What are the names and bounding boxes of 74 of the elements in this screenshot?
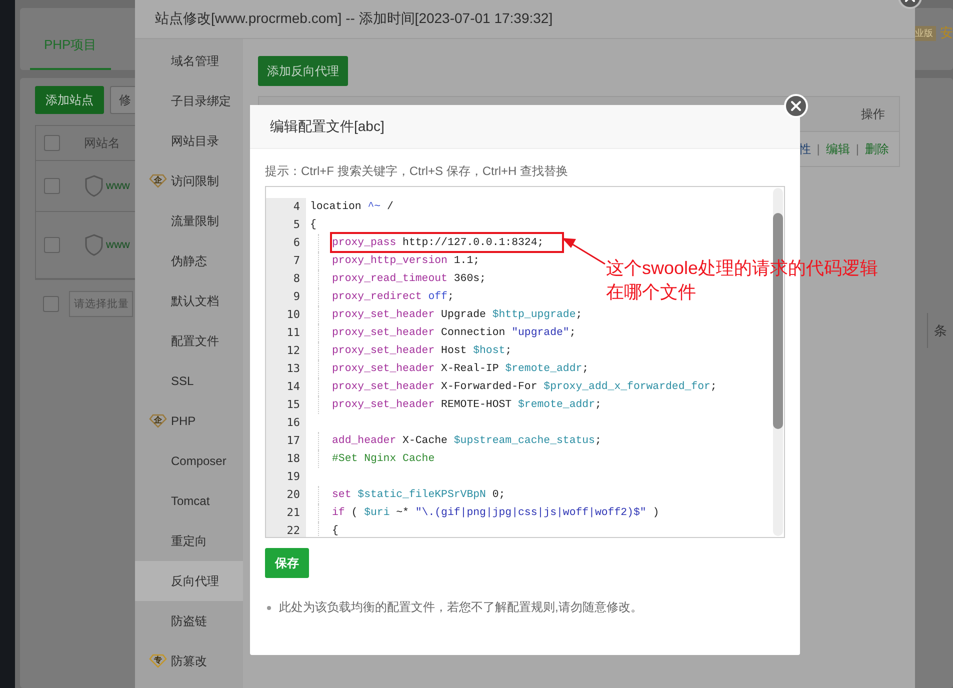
separator-text: | [816,142,820,156]
line-number: 6 [266,234,306,252]
code-line: proxy_http_version 1.1; [318,252,480,270]
line-number: 13 [266,360,306,378]
sidebar-item[interactable]: 企 PHP [135,401,243,441]
code-line: proxy_set_header Host $host; [318,342,512,360]
line-number: 5 [266,216,306,234]
sidebar-item[interactable]: SSL [135,361,243,401]
column-header: 操作 [861,106,885,122]
sidebar-item[interactable]: 重定向 [135,521,243,561]
sidebar-item[interactable]: 流量限制 [135,201,243,241]
line-number: 17 [266,432,306,450]
diamond-badge-icon: 企 [149,414,167,428]
sidebar-item[interactable]: 专 防篡改 [135,641,243,681]
add-proxy-button[interactable]: 添加反向代理 [258,56,348,86]
sidebar-item[interactable]: 反向代理 [135,561,243,601]
sidebar-item[interactable]: 默认文档 [135,281,243,321]
code-line: set $static_fileKPSrVBpN 0; [318,486,506,504]
code-line: proxy_set_header Connection "upgrade"; [318,324,576,342]
edition-label: 安 [940,24,953,42]
line-number: 14 [266,378,306,396]
hint-text: 提示：Ctrl+F 搜索关键字，Ctrl+S 保存，Ctrl+H 查找替换 [265,163,570,179]
sidebar-item[interactable]: 配置文件 [135,321,243,361]
line-number: 16 [266,414,306,432]
diamond-badge-icon: 企 [149,174,167,188]
checkbox[interactable] [43,296,59,312]
line-number: 8 [266,270,306,288]
line-number: 18 [266,450,306,468]
sidebar-item[interactable]: 域名管理 [135,41,243,81]
save-button[interactable]: 保存 [265,548,309,578]
code-line: proxy_set_header REMOTE-HOST $remote_addr; [318,396,602,414]
code-line: proxy_set_header X-Real-IP $remote_addr; [318,360,589,378]
code-line: location ^~ / [309,200,394,215]
checkbox[interactable] [44,135,60,151]
action-link[interactable]: 编辑 [826,140,850,158]
code-line: proxy_set_header Upgrade $http_upgrade; [318,306,582,324]
dialog-title: 编辑配置文件[abc] [250,105,800,149]
sidebar-item[interactable]: 网站目录 [135,121,243,161]
code-line: proxy_set_header X-Forwarded-For $proxy_add_x_forwarded_for; [318,378,717,396]
sidebar-item[interactable]: 企 访问限制 [135,161,243,201]
code-line: add_header X-Cache $upstream_cache_status; [318,432,602,450]
shield-icon [84,234,104,256]
separator-text: | [856,142,859,156]
sidebar-item[interactable]: 防盗链 [135,601,243,641]
close-icon [790,100,802,112]
code-line: if ( $uri ~* "\.(gif|png|jpg|css|js|woff|woff2)$" ) [318,504,660,522]
line-number: 7 [266,252,306,270]
line-number: 20 [266,486,306,504]
line-number: 12 [266,342,306,360]
note-text: 此处为该负载均衡的配置文件，若您不了解配置规则,请勿随意修改。 [279,599,642,616]
code-line: proxy_read_timeout 360s; [318,270,486,288]
pager-text: 条 [934,322,947,340]
sidebar-item[interactable]: Composer [135,441,243,481]
code-line: { [309,218,316,233]
checkbox[interactable] [44,178,60,194]
sidebar-item[interactable]: 伪静态 [135,241,243,281]
sidebar-item[interactable]: Tomcat [135,481,243,521]
line-number: 19 [266,468,306,486]
bullet-icon [267,606,271,610]
checkbox[interactable] [44,237,60,253]
line-number: 22 [266,522,306,537]
action-link[interactable]: 删除 [865,140,889,158]
line-number: 15 [266,396,306,414]
shield-icon [84,175,104,197]
code-line: { [318,522,338,537]
line-number: 4 [266,198,306,216]
line-number: 21 [266,504,306,522]
line-number: 10 [266,306,306,324]
line-number: 9 [266,288,306,306]
diamond-badge-icon: 专 [149,654,167,668]
code-line: #Set Nginx Cache [318,450,435,468]
code-line: proxy_redirect off; [318,288,454,306]
toolbar-button[interactable]: 添加站点 [35,86,104,114]
line-number: 11 [266,324,306,342]
